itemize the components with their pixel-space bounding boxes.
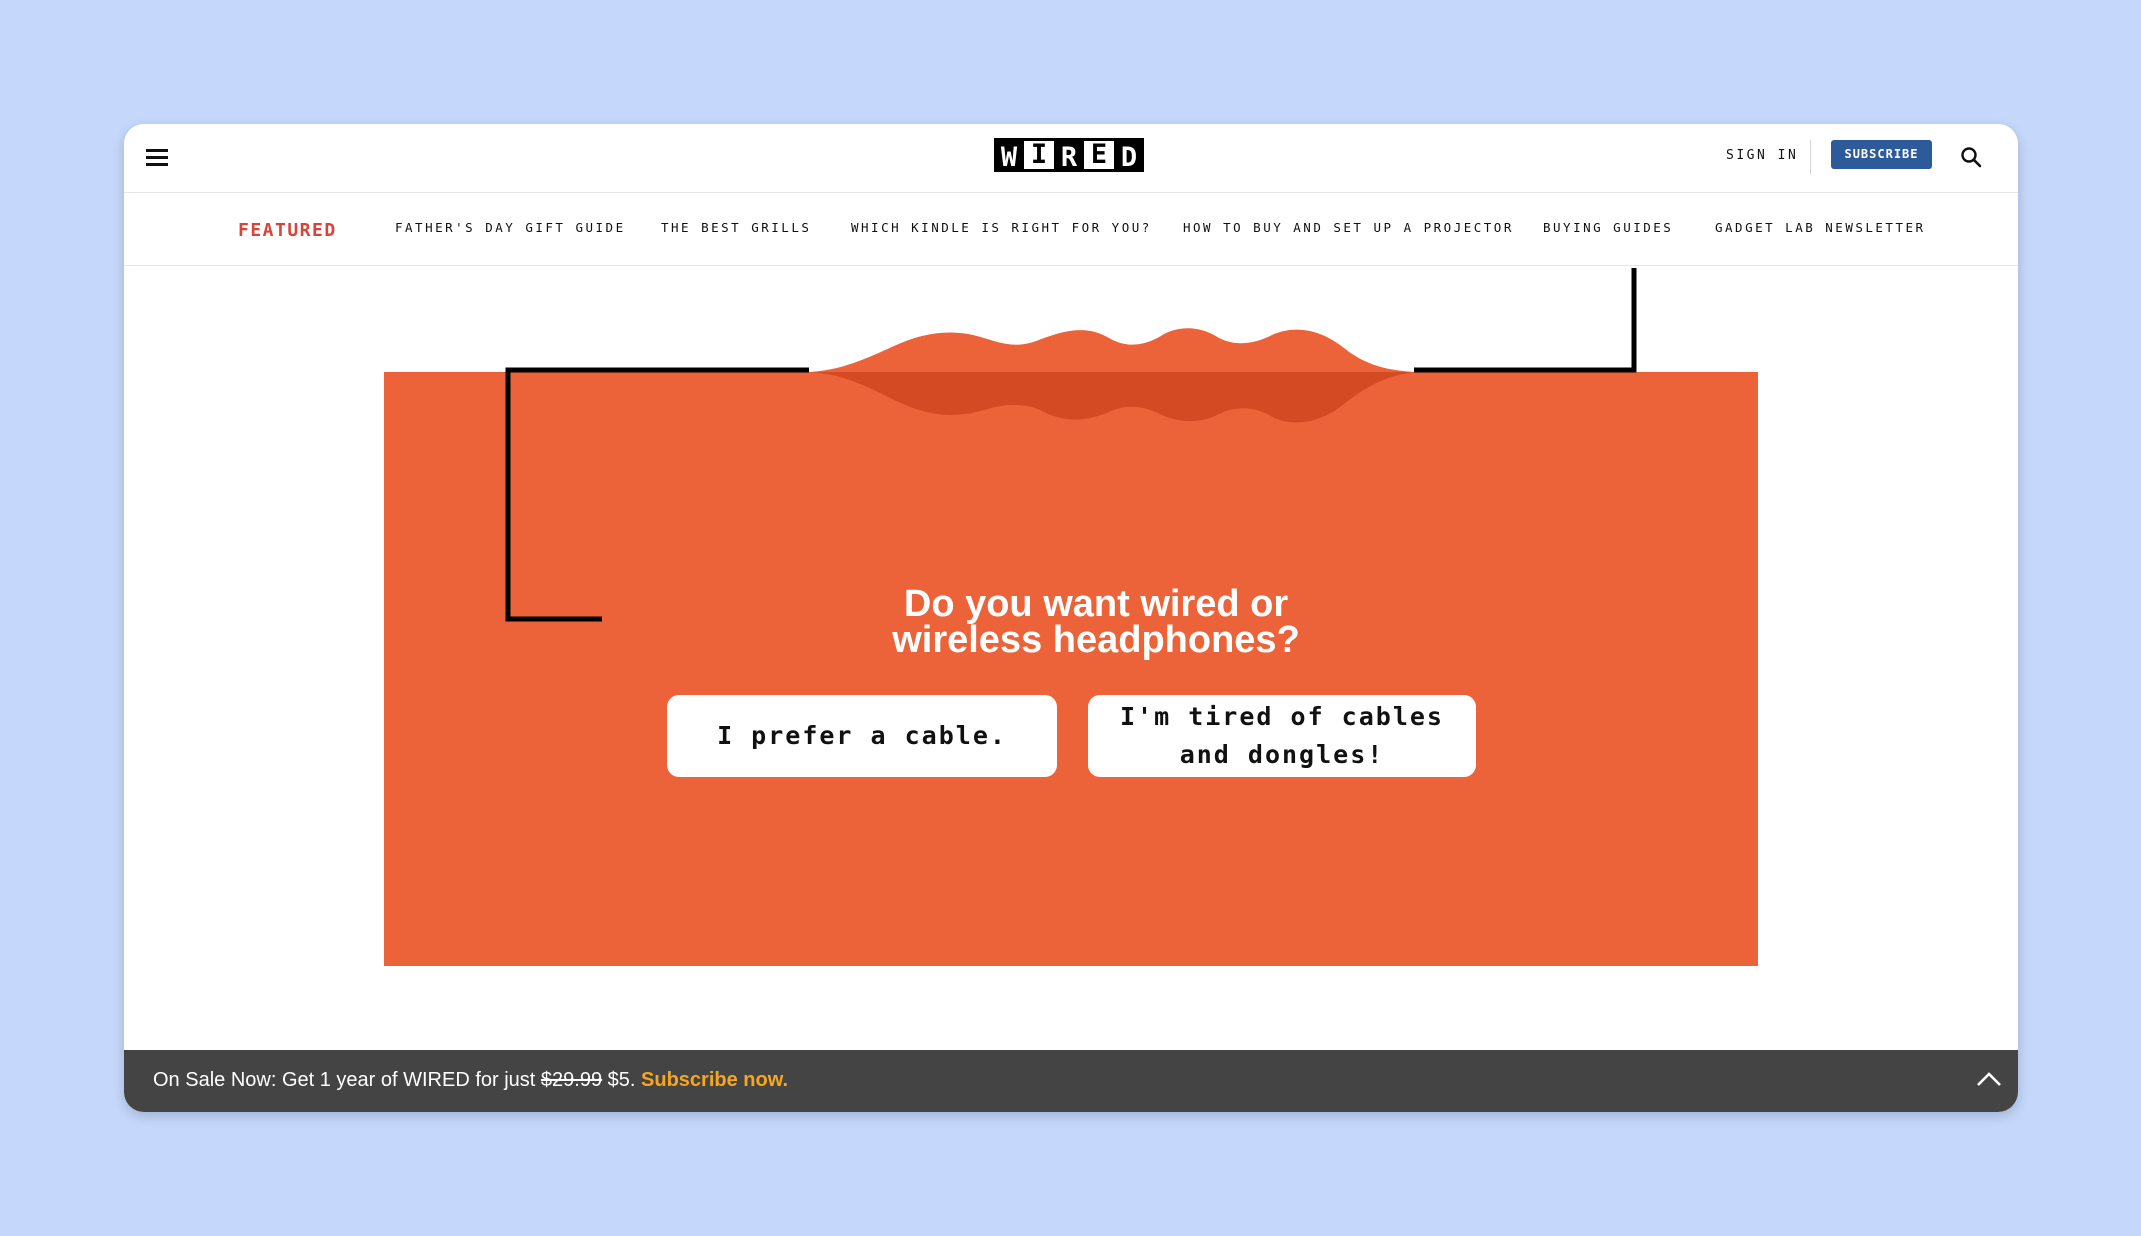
chevron-up-icon[interactable] (1976, 1070, 2002, 1088)
sound-wave-top (809, 328, 1414, 372)
subscribe-now-link[interactable]: Subscribe now. (641, 1069, 788, 1091)
old-price: $29.99 (540, 1069, 603, 1091)
bracket-line-left (505, 367, 809, 622)
answer-wired-button[interactable]: I prefer a cable. (667, 695, 1057, 777)
browser-window: W I R E D SIGN IN SUBSCRIBE FEATURED FAT… (124, 124, 2018, 1112)
sale-text: On Sale Now: Get 1 year of WIRED for jus… (153, 1069, 536, 1091)
quiz-question: Do you want wired or wireless headphones… (892, 583, 1300, 661)
decorative-graphic (505, 268, 1637, 622)
answer-wireless-button[interactable]: I'm tired of cables and dongles! (1088, 695, 1476, 777)
sound-wave-bottom (809, 372, 1414, 423)
new-price: $5. (607, 1069, 636, 1091)
sale-banner: On Sale Now: Get 1 year of WIRED for jus… (124, 1050, 2018, 1112)
bracket-line-right (1414, 268, 1637, 373)
sale-banner-text: On Sale Now: Get 1 year of WIRED for jus… (153, 1069, 788, 1092)
